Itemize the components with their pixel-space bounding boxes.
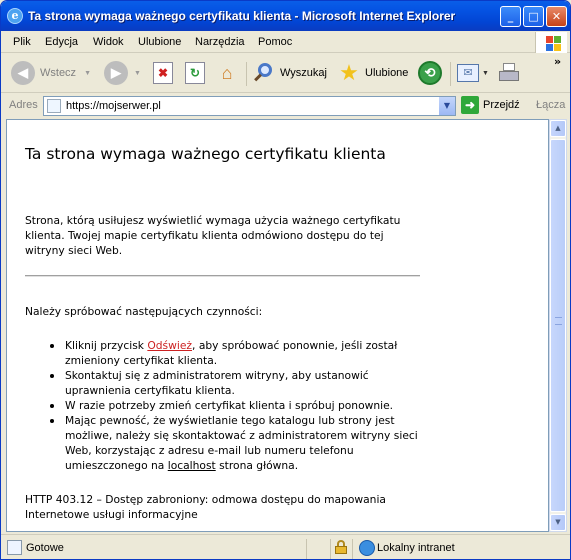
forward-button[interactable]: ▶ ▼ [104, 60, 141, 86]
forward-dropdown-icon[interactable]: ▼ [134, 70, 141, 77]
search-label: Wyszukaj [280, 67, 327, 79]
menu-edycja[interactable]: Edycja [45, 36, 78, 48]
scroll-down-icon[interactable]: ▼ [550, 514, 566, 531]
toolbar-separator [450, 62, 451, 86]
address-input[interactable]: https://mojserwer.pl ▼ [43, 96, 456, 116]
list-item: Mając pewność, że wyświetlanie tego kata… [50, 413, 425, 473]
search-button[interactable]: Wyszukaj [252, 60, 327, 86]
list-item: Skontaktuj się z administratorem witryny… [50, 368, 425, 398]
home-button[interactable]: ⌂ [215, 60, 239, 86]
refresh-icon: ↻ [185, 62, 205, 84]
go-label: Przejdź [483, 99, 520, 111]
error-service-line: Internetowe usługi informacyjne [25, 508, 198, 521]
menu-widok[interactable]: Widok [93, 36, 124, 48]
stop-icon: ✖ [153, 62, 173, 84]
back-arrow-icon: ◀ [11, 61, 35, 85]
zone-text: Lokalny intranet [377, 542, 455, 554]
back-button[interactable]: ◀ Wstecz ▼ [11, 60, 91, 86]
mail-button[interactable]: ✉ ▼ [457, 60, 489, 86]
menu-bar: Plik Edycja Widok Ulubione Narzędzia Pom… [1, 31, 570, 53]
go-button[interactable]: ➜ Przejdź [461, 96, 520, 114]
window-title: Ta strona wymaga ważnego certyfikatu kli… [28, 9, 456, 23]
address-url[interactable]: https://mojserwer.pl [66, 100, 161, 112]
status-bar: Gotowe Lokalny intranet [1, 534, 570, 559]
printer-icon [498, 63, 520, 83]
browser-window: e Ta strona wymaga ważnego certyfikatu k… [0, 0, 571, 560]
mail-dropdown-icon[interactable]: ▼ [482, 70, 489, 77]
stop-button[interactable]: ✖ [153, 60, 173, 86]
scroll-up-icon[interactable]: ▲ [550, 120, 566, 137]
back-label: Wstecz [40, 67, 77, 79]
localhost-link[interactable]: localhost [168, 459, 216, 472]
status-text: Gotowe [26, 542, 64, 554]
history-icon: ⟲ [418, 61, 442, 85]
scroll-thumb[interactable] [550, 139, 566, 512]
favorites-button[interactable]: ★ Ulubione [337, 60, 408, 86]
home-icon: ⌂ [221, 63, 233, 83]
vertical-scrollbar[interactable]: ▲ ▼ [549, 119, 567, 532]
try-heading: Należy spróbować następujących czynności… [25, 305, 263, 318]
toolbar: ◀ Wstecz ▼ ▶ ▼ ✖ ↻ ⌂ Wyszukaj ★ Ulubione [1, 54, 570, 93]
lock-icon [335, 540, 347, 554]
scroll-grip-icon [555, 317, 562, 325]
zone-panel: Lokalny intranet [335, 539, 570, 559]
page-heading: Ta strona wymaga ważnego certyfikatu kli… [25, 145, 386, 163]
back-dropdown-icon[interactable]: ▼ [84, 70, 91, 77]
go-arrow-icon: ➜ [461, 96, 479, 114]
menu-plik[interactable]: Plik [13, 36, 31, 48]
minimize-button[interactable]: _ [500, 6, 521, 27]
mail-icon: ✉ [457, 64, 479, 82]
status-panel [306, 539, 330, 559]
menu-ulubione[interactable]: Ulubione [138, 36, 181, 48]
forward-arrow-icon: ▶ [104, 61, 128, 85]
toolbar-separator [246, 62, 247, 86]
links-toolbar[interactable]: Łącza [536, 99, 565, 111]
page-icon [47, 99, 61, 113]
intro-paragraph: Strona, którą usiłujesz wyświetlić wymag… [25, 214, 401, 257]
intranet-icon [359, 540, 375, 556]
search-icon [252, 61, 276, 85]
error-code-line: HTTP 403.12 – Dostęp zabroniony: odmowa … [25, 493, 386, 506]
favorites-label: Ulubione [365, 67, 409, 79]
print-button[interactable] [498, 60, 520, 86]
list-item: Kliknij przycisk Odśwież, aby spróbować … [50, 338, 425, 368]
menu-narzedzia[interactable]: Narzędzia [195, 36, 245, 48]
page-status-icon [7, 540, 22, 555]
address-dropdown-icon[interactable]: ▼ [438, 97, 455, 115]
list-item: W razie potrzeby zmień certyfikat klient… [50, 398, 425, 413]
menu-pomoc[interactable]: Pomoc [258, 36, 292, 48]
windows-logo-icon [535, 32, 567, 53]
divider [25, 275, 420, 277]
star-icon: ★ [339, 60, 359, 85]
suggestion-list: Kliknij przycisk Odśwież, aby spróbować … [50, 338, 425, 473]
maximize-button[interactable]: □ [523, 6, 544, 27]
close-button[interactable]: ✕ [546, 6, 567, 27]
refresh-button[interactable]: ↻ [185, 60, 205, 86]
address-label: Adres [9, 99, 38, 111]
history-button[interactable]: ⟲ [418, 60, 442, 86]
address-bar: Adres https://mojserwer.pl ▼ ➜ Przejdź Ł… [1, 94, 570, 118]
toolbar-chevron[interactable]: » [554, 55, 561, 68]
ie-icon: e [7, 8, 23, 24]
page-content: Ta strona wymaga ważnego certyfikatu kli… [6, 119, 549, 532]
refresh-link[interactable]: Odśwież [147, 339, 192, 352]
title-bar[interactable]: e Ta strona wymaga ważnego certyfikatu k… [1, 1, 570, 31]
